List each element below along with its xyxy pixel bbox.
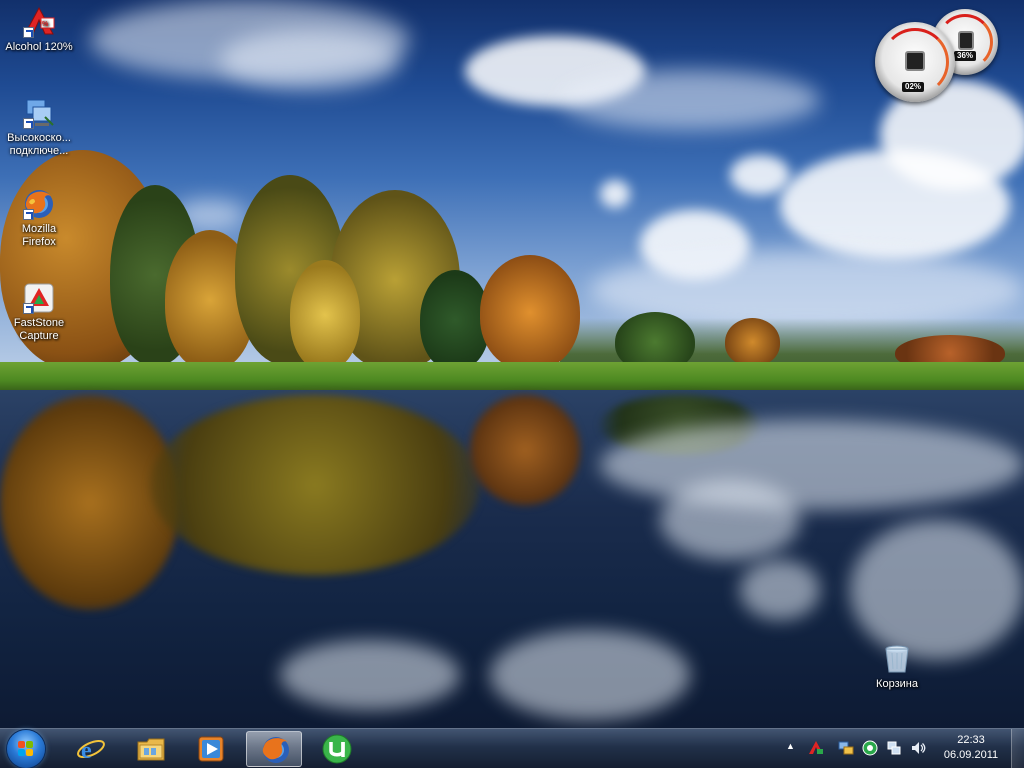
show-hidden-icons-button[interactable]: ▲ [786,741,795,751]
desktop-icon-label: Высокоско... [7,132,71,144]
desktop-icon-network-connection[interactable]: Высокоско... подключе... [1,97,77,158]
taskbar-firefox[interactable] [246,731,302,767]
show-desktop-button[interactable] [1011,729,1024,768]
desktop-icon-faststone-capture[interactable]: FastStone Capture [1,282,77,343]
volume-icon[interactable] [910,740,926,756]
folder-icon [136,734,166,764]
firefox-icon [23,188,55,220]
desktop-icon-label: FastStone [13,317,65,329]
svg-text:%: % [42,21,49,28]
network-share-icon[interactable] [838,740,854,756]
desktop-icon-alcohol-120[interactable]: % Alcohol 120% [1,6,77,54]
taskbar-windows-explorer[interactable] [122,731,178,767]
utorrent-icon [322,734,352,764]
desktop-icon-label: подключе... [9,145,69,157]
network-icon[interactable] [886,740,902,756]
taskbar-internet-explorer[interactable]: e [62,731,118,767]
internet-explorer-icon: e [76,734,106,764]
desktop-icon-mozilla-firefox[interactable]: Mozilla Firefox [1,188,77,249]
alcohol-120-icon: % [23,6,55,38]
green-status-icon[interactable] [862,740,878,756]
start-button[interactable] [7,730,45,768]
faststone-capture-icon [23,282,55,314]
desktop-icon-label: Firefox [22,236,56,248]
desktop-icon-label: Mozilla [21,223,57,235]
desktop[interactable]: % Alcohol 120% Высокоско... подключе... [0,0,1024,768]
cpu-gauge: 02% [875,22,955,102]
desktop-icon-recycle-bin[interactable]: Корзина [859,643,935,691]
taskbar-clock[interactable]: 22:33 06.09.2011 [940,733,1002,763]
memory-chip-icon [958,31,974,50]
desktop-icon-label: Alcohol 120% [5,41,73,53]
clock-date: 06.09.2011 [943,749,999,761]
svg-text:e: e [81,738,92,764]
desktop-icon-label: Capture [19,330,59,342]
cpu-chip-icon [905,51,925,71]
memory-percent: 36% [954,51,977,61]
recycle-bin-icon [881,643,913,675]
taskbar-media-player[interactable] [182,731,238,767]
taskbar-utorrent[interactable] [308,731,364,767]
firefox-icon [261,735,291,765]
media-player-icon [196,734,226,764]
cpu-percent: 02% [902,82,925,92]
network-connection-icon [23,97,55,129]
clock-time: 22:33 [957,734,985,746]
recycle-bin-label: Корзина [876,678,918,690]
alcohol-tray-icon[interactable] [808,740,824,756]
